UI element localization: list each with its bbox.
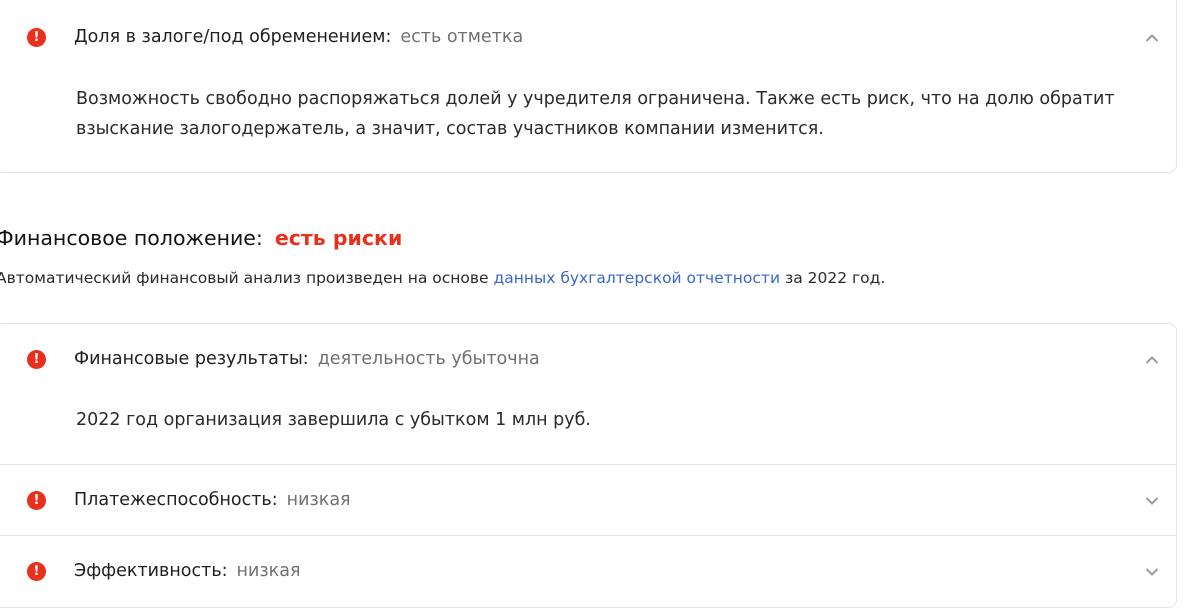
pledge-card-header[interactable]: ! Доля в залоге/под обременением: есть от…	[0, 23, 1176, 53]
efficiency-header[interactable]: ! Эффективность: низкая	[0, 557, 1176, 587]
efficiency-label: Эффективность:	[74, 561, 228, 581]
chevron-down-icon[interactable]	[1144, 493, 1160, 509]
solvency-header[interactable]: ! Платежеспособность: низкая	[0, 486, 1176, 516]
section-title-label: Финансовое положение:	[0, 226, 263, 250]
financial-card: ! Финансовые результаты: деятельность убы…	[0, 323, 1177, 608]
divider	[0, 535, 1176, 536]
efficiency-title: Эффективность: низкая	[74, 561, 301, 581]
divider	[0, 464, 1176, 465]
alert-icon: !	[27, 28, 46, 47]
pledge-title: Доля в залоге/под обременением: есть отме…	[74, 27, 523, 47]
financial-results-body: 2022 год организация завершила с убытком…	[76, 410, 591, 430]
solvency-label: Платежеспособность:	[74, 490, 278, 510]
financial-results-header[interactable]: ! Финансовые результаты: деятельность убы…	[0, 345, 1176, 375]
accounting-data-link[interactable]: данных бухгалтерской отчетности	[494, 269, 781, 287]
alert-icon: !	[27, 562, 46, 581]
chevron-up-icon[interactable]	[1144, 352, 1160, 368]
financial-results-status: деятельность убыточна	[317, 349, 540, 369]
financial-results-label: Финансовые результаты:	[74, 349, 309, 369]
alert-icon: !	[27, 491, 46, 510]
solvency-status: низкая	[286, 490, 351, 510]
chevron-up-icon[interactable]	[1144, 30, 1160, 46]
pledge-card: ! Доля в залоге/под обременением: есть от…	[0, 0, 1177, 173]
pledge-title-label: Доля в залоге/под обременением:	[74, 27, 392, 47]
pledge-status: есть отметка	[400, 27, 524, 47]
section-description: Автоматический финансовый анализ произве…	[0, 269, 885, 287]
chevron-down-icon[interactable]	[1144, 564, 1160, 580]
section-title: Финансовое положение: есть риски	[0, 226, 402, 250]
section-desc-prefix: Автоматический финансовый анализ произве…	[0, 269, 489, 287]
solvency-title: Платежеспособность: низкая	[74, 490, 351, 510]
financial-results-title: Финансовые результаты: деятельность убыто…	[74, 349, 540, 369]
page: ! Доля в залоге/под обременением: есть от…	[0, 0, 1188, 612]
alert-icon: !	[27, 350, 46, 369]
section-desc-suffix: за 2022 год.	[784, 269, 886, 287]
efficiency-status: низкая	[236, 561, 301, 581]
section-risk-status: есть риски	[274, 226, 403, 250]
pledge-body: Возможность свободно распоряжаться долей…	[76, 89, 1115, 139]
